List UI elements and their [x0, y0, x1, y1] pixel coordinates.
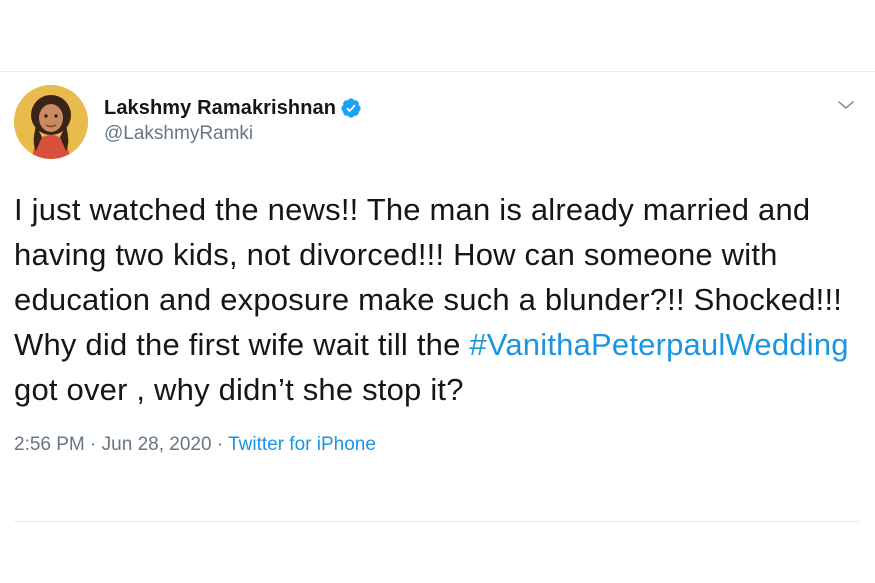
- tweet-date[interactable]: Jun 28, 2020: [102, 434, 212, 455]
- meta-separator: ·: [211, 434, 229, 455]
- chevron-down-icon[interactable]: [834, 93, 858, 117]
- tweet-text: I just watched the news!! The man is alr…: [14, 187, 860, 412]
- tweet-time[interactable]: 2:56 PM: [14, 434, 85, 455]
- author-name[interactable]: Lakshmy Ramakrishnan: [104, 97, 336, 120]
- avatar-image: [14, 85, 88, 159]
- tweet-meta: 2:56 PM · Jun 28, 2020 · Twitter for iPh…: [14, 434, 860, 456]
- tweet-source-link[interactable]: Twitter for iPhone: [228, 434, 376, 455]
- tweet-text-part: got over , why didn’t she stop it?: [14, 372, 464, 407]
- author-block: Lakshmy Ramakrishnan @LakshmyRamki: [104, 95, 362, 145]
- tweet-screenshot: Lakshmy Ramakrishnan @LakshmyRamki I jus…: [0, 0, 875, 583]
- bottom-divider: [14, 521, 860, 522]
- tweet-card: Lakshmy Ramakrishnan @LakshmyRamki I jus…: [14, 85, 860, 456]
- top-divider: [0, 71, 875, 72]
- hashtag-link[interactable]: #VanithaPeterpaulWedding: [469, 327, 848, 362]
- tweet-header: Lakshmy Ramakrishnan @LakshmyRamki: [14, 85, 860, 161]
- author-handle[interactable]: @LakshmyRamki: [104, 123, 362, 145]
- avatar[interactable]: [14, 85, 88, 159]
- meta-separator: ·: [84, 434, 102, 455]
- verified-badge-icon: [340, 97, 362, 119]
- name-row: Lakshmy Ramakrishnan: [104, 95, 362, 121]
